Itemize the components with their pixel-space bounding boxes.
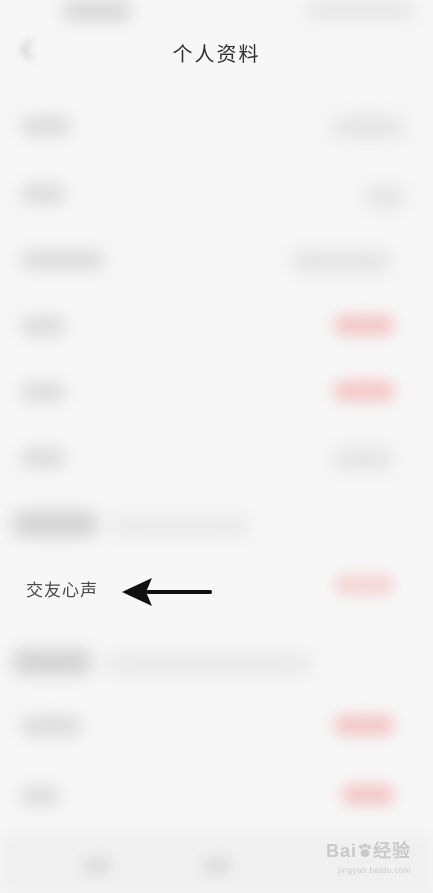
row-label-obscured bbox=[20, 448, 66, 468]
status-bar-indicators bbox=[305, 2, 415, 20]
section-subtitle-obscured bbox=[110, 518, 250, 534]
page-title: 个人资料 bbox=[172, 44, 261, 66]
row-label-obscured bbox=[20, 116, 72, 136]
row-value-obscured[interactable] bbox=[333, 448, 393, 470]
row-value-obscured[interactable] bbox=[341, 784, 395, 806]
arrow-left-icon bbox=[118, 574, 214, 610]
paw-icon bbox=[357, 843, 373, 859]
row-value-obscured[interactable] bbox=[333, 714, 395, 736]
section-subtitle-obscured bbox=[104, 656, 314, 672]
row-label-obscured bbox=[20, 716, 82, 736]
row-label-dating-voice[interactable]: 交友心声 bbox=[26, 576, 98, 601]
bottom-nav-icon[interactable] bbox=[84, 857, 110, 875]
row-label-obscured bbox=[20, 316, 66, 336]
row-label-obscured bbox=[20, 382, 66, 402]
row-value-obscured[interactable] bbox=[331, 116, 405, 138]
watermark-logo: Bai 经验 bbox=[311, 837, 411, 863]
watermark-brand-suffix: 经验 bbox=[373, 841, 411, 861]
watermark-brand: Bai bbox=[325, 841, 357, 861]
row-value-obscured[interactable] bbox=[365, 186, 405, 208]
watermark-url: jingyan.baidu.com bbox=[338, 866, 411, 875]
row-value-obscured[interactable] bbox=[333, 314, 395, 336]
row-label-obscured bbox=[20, 184, 66, 204]
section-header-obscured bbox=[12, 512, 98, 536]
row-value-obscured[interactable] bbox=[333, 574, 395, 596]
row-value-obscured[interactable] bbox=[333, 380, 395, 402]
watermark: Bai 经验 jingyan.baidu.com bbox=[311, 837, 411, 881]
row-label-obscured bbox=[20, 786, 60, 806]
status-bar-time bbox=[62, 0, 132, 22]
section-header-obscured bbox=[12, 650, 92, 674]
row-value-obscured[interactable] bbox=[291, 250, 391, 272]
bottom-nav-icon[interactable] bbox=[204, 857, 230, 875]
row-label-obscured bbox=[20, 250, 106, 270]
profile-page: 个人资料 交友心声 Bai 经验 jingyan.baidu.com bbox=[0, 0, 433, 893]
